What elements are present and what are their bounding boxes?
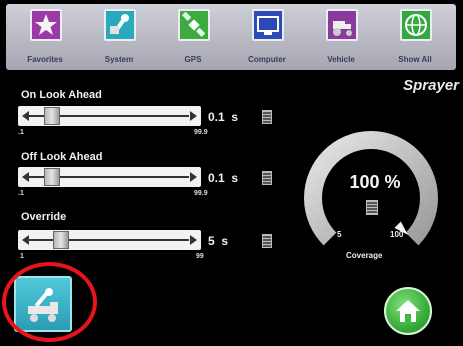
arrow-right-icon xyxy=(190,111,197,121)
unit-text: s xyxy=(231,171,239,185)
category-label: Vehicle xyxy=(327,55,355,64)
wrench-icon xyxy=(104,9,136,41)
slider-thumb[interactable] xyxy=(44,168,61,186)
sprayer-settings-screen: Favorites System GPS Computer Vehicle Sh… xyxy=(0,0,463,346)
coverage-min: 5 xyxy=(337,230,342,239)
category-show-all[interactable]: Show All xyxy=(382,7,448,69)
value-text: 0.1 xyxy=(208,171,225,185)
coverage-label: Coverage xyxy=(346,251,383,260)
slider-min: .1 xyxy=(18,129,24,136)
globe-icon xyxy=(400,9,432,41)
value-text: 5 xyxy=(208,234,215,248)
value-text: 0.1 xyxy=(208,110,225,124)
coverage-max: 100 xyxy=(390,230,404,239)
category-bar: Favorites System GPS Computer Vehicle Sh… xyxy=(6,4,456,70)
slider-min: .1 xyxy=(18,190,24,197)
calculator-icon[interactable] xyxy=(262,234,272,248)
arrow-right-icon xyxy=(190,235,197,245)
category-label: GPS xyxy=(184,55,202,64)
override-label: Override xyxy=(21,211,67,223)
category-system[interactable]: System xyxy=(86,7,152,69)
category-gps[interactable]: GPS xyxy=(160,7,226,69)
category-label: Computer xyxy=(248,55,286,64)
coverage-gauge xyxy=(304,131,438,246)
on-look-ahead-slider[interactable] xyxy=(18,106,201,126)
slider-thumb[interactable] xyxy=(44,107,61,125)
calculator-icon[interactable] xyxy=(262,110,272,124)
monitor-icon xyxy=(252,9,284,41)
arrow-right-icon xyxy=(190,172,197,182)
on-look-ahead-label: On Look Ahead xyxy=(21,89,102,101)
calculator-icon[interactable] xyxy=(262,171,272,185)
off-look-ahead-label: Off Look Ahead xyxy=(21,151,103,163)
slider-thumb[interactable] xyxy=(52,231,69,249)
star-icon xyxy=(30,9,62,41)
unit-text: s xyxy=(231,110,239,124)
home-icon xyxy=(396,300,420,322)
satellite-icon xyxy=(178,9,210,41)
category-label: Show All xyxy=(398,55,432,64)
page-title: Sprayer xyxy=(403,77,459,94)
calculator-icon[interactable] xyxy=(366,200,378,215)
unit-text: s xyxy=(221,234,229,248)
category-vehicle[interactable]: Vehicle xyxy=(308,7,374,69)
category-label: Favorites xyxy=(27,55,63,64)
off-look-ahead-slider[interactable] xyxy=(18,167,201,187)
tractor-icon xyxy=(326,9,358,41)
slider-max: 99 xyxy=(196,253,204,260)
on-look-ahead-value: 0.1 s xyxy=(208,110,238,124)
category-favorites[interactable]: Favorites xyxy=(12,7,78,69)
category-label: System xyxy=(104,55,134,64)
slider-max: 99.9 xyxy=(194,129,208,136)
sprayer-setup-button[interactable] xyxy=(14,276,72,332)
home-button[interactable] xyxy=(384,287,432,335)
category-computer[interactable]: Computer xyxy=(234,7,300,69)
override-slider[interactable] xyxy=(18,230,201,250)
slider-max: 99.9 xyxy=(194,190,208,197)
coverage-value: 100 % xyxy=(349,172,401,192)
slider-min: 1 xyxy=(20,253,24,260)
off-look-ahead-value: 0.1 s xyxy=(208,171,238,185)
override-value: 5 s xyxy=(208,234,228,248)
wrench-sprayer-icon xyxy=(28,288,58,322)
